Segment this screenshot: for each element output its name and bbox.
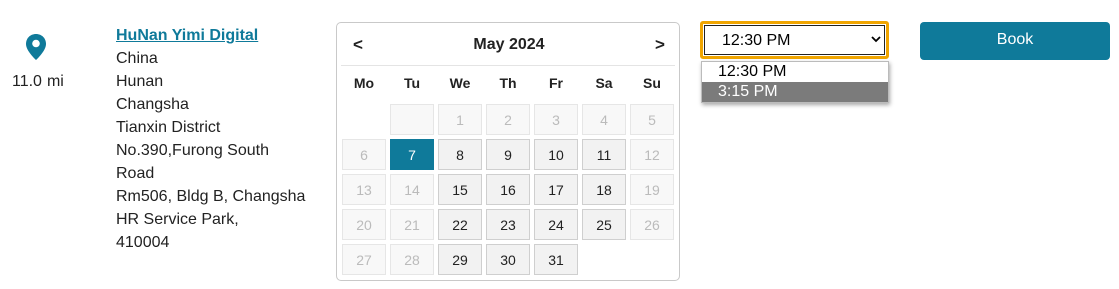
distance-readout: 11.0 mi — [12, 73, 64, 91]
calendar-header: < May 2024 > — [337, 23, 681, 65]
location-address: HuNan Yimi Digital China Hunan Changsha … — [116, 24, 331, 254]
calendar-day[interactable]: 23 — [486, 209, 530, 240]
time-select[interactable]: 12:30 PM — [700, 21, 889, 59]
calendar-day-disabled — [390, 104, 434, 135]
calendar-day[interactable]: 25 — [582, 209, 626, 240]
calendar-day-disabled: 12 — [630, 139, 674, 170]
calendar-day[interactable]: 22 — [438, 209, 482, 240]
address-line: China — [116, 50, 158, 67]
calendar-day-disabled: 14 — [390, 174, 434, 205]
weekday-header: Sa — [595, 75, 613, 91]
address-line: Tianxin District — [116, 119, 221, 136]
address-line: Hunan — [116, 73, 164, 90]
weekday-header: Th — [499, 75, 517, 91]
map-pin-icon — [26, 34, 46, 60]
weekday-header: Tu — [403, 75, 421, 91]
time-option[interactable]: 12:30 PM — [702, 62, 888, 82]
address-line: No.390,Furong South — [116, 142, 269, 159]
distance-unit: mi — [46, 73, 64, 90]
calendar-day[interactable]: 31 — [534, 244, 578, 275]
calendar-day[interactable]: 24 — [534, 209, 578, 240]
next-month-button[interactable]: > — [655, 35, 665, 55]
calendar-month-title: May 2024 — [473, 36, 545, 53]
book-button[interactable]: Book — [920, 22, 1110, 60]
address-line: Road — [116, 165, 155, 182]
calendar-day[interactable]: 30 — [486, 244, 530, 275]
calendar-day-disabled: 19 — [630, 174, 674, 205]
calendar-day[interactable]: 15 — [438, 174, 482, 205]
calendar-day-disabled: 13 — [342, 174, 386, 205]
calendar-divider — [341, 65, 675, 66]
calendar-day[interactable]: 11 — [582, 139, 626, 170]
calendar-day[interactable]: 29 — [438, 244, 482, 275]
calendar-day-disabled: 26 — [630, 209, 674, 240]
address-line: Changsha — [116, 96, 189, 113]
calendar-day-disabled: 21 — [390, 209, 434, 240]
chevron-down-icon — [871, 36, 881, 43]
calendar-day-disabled: 28 — [390, 244, 434, 275]
weekday-header: Mo — [353, 75, 375, 91]
weekday-header: We — [449, 75, 471, 91]
time-select-value: 12:30 PM — [704, 25, 885, 55]
address-line: 410004 — [116, 234, 170, 251]
calendar-day[interactable]: 10 — [534, 139, 578, 170]
time-option-highlighted[interactable]: 3:15 PM — [702, 82, 888, 102]
calendar-day-disabled: 1 — [438, 104, 482, 135]
calendar-day-disabled: 3 — [534, 104, 578, 135]
calendar-day-disabled: 6 — [342, 139, 386, 170]
address-line: HR Service Park, — [116, 211, 239, 228]
calendar-day[interactable]: 17 — [534, 174, 578, 205]
calendar-day[interactable]: 16 — [486, 174, 530, 205]
calendar-day-disabled: 27 — [342, 244, 386, 275]
distance-value: 11.0 — [12, 73, 42, 90]
calendar-day-disabled: 4 — [582, 104, 626, 135]
calendar-day[interactable]: 9 — [486, 139, 530, 170]
weekday-header: Su — [643, 75, 661, 91]
calendar-day-disabled: 2 — [486, 104, 530, 135]
address-line: Rm506, Bldg B, Changsha — [116, 188, 306, 205]
calendar-day[interactable]: 8 — [438, 139, 482, 170]
calendar-day-disabled: 5 — [630, 104, 674, 135]
location-name-link[interactable]: HuNan Yimi Digital — [116, 24, 331, 47]
time-options-dropdown: 12:30 PM 3:15 PM — [701, 61, 889, 103]
calendar-day-disabled: 20 — [342, 209, 386, 240]
calendar-day-selected[interactable]: 7 — [390, 139, 434, 170]
weekday-header: Fr — [549, 75, 563, 91]
date-picker-calendar: < May 2024 > Mo Tu We Th Fr Sa Su 1 2 3 4 5 6 7 8 9 10 11… — [336, 22, 680, 281]
calendar-day[interactable]: 18 — [582, 174, 626, 205]
